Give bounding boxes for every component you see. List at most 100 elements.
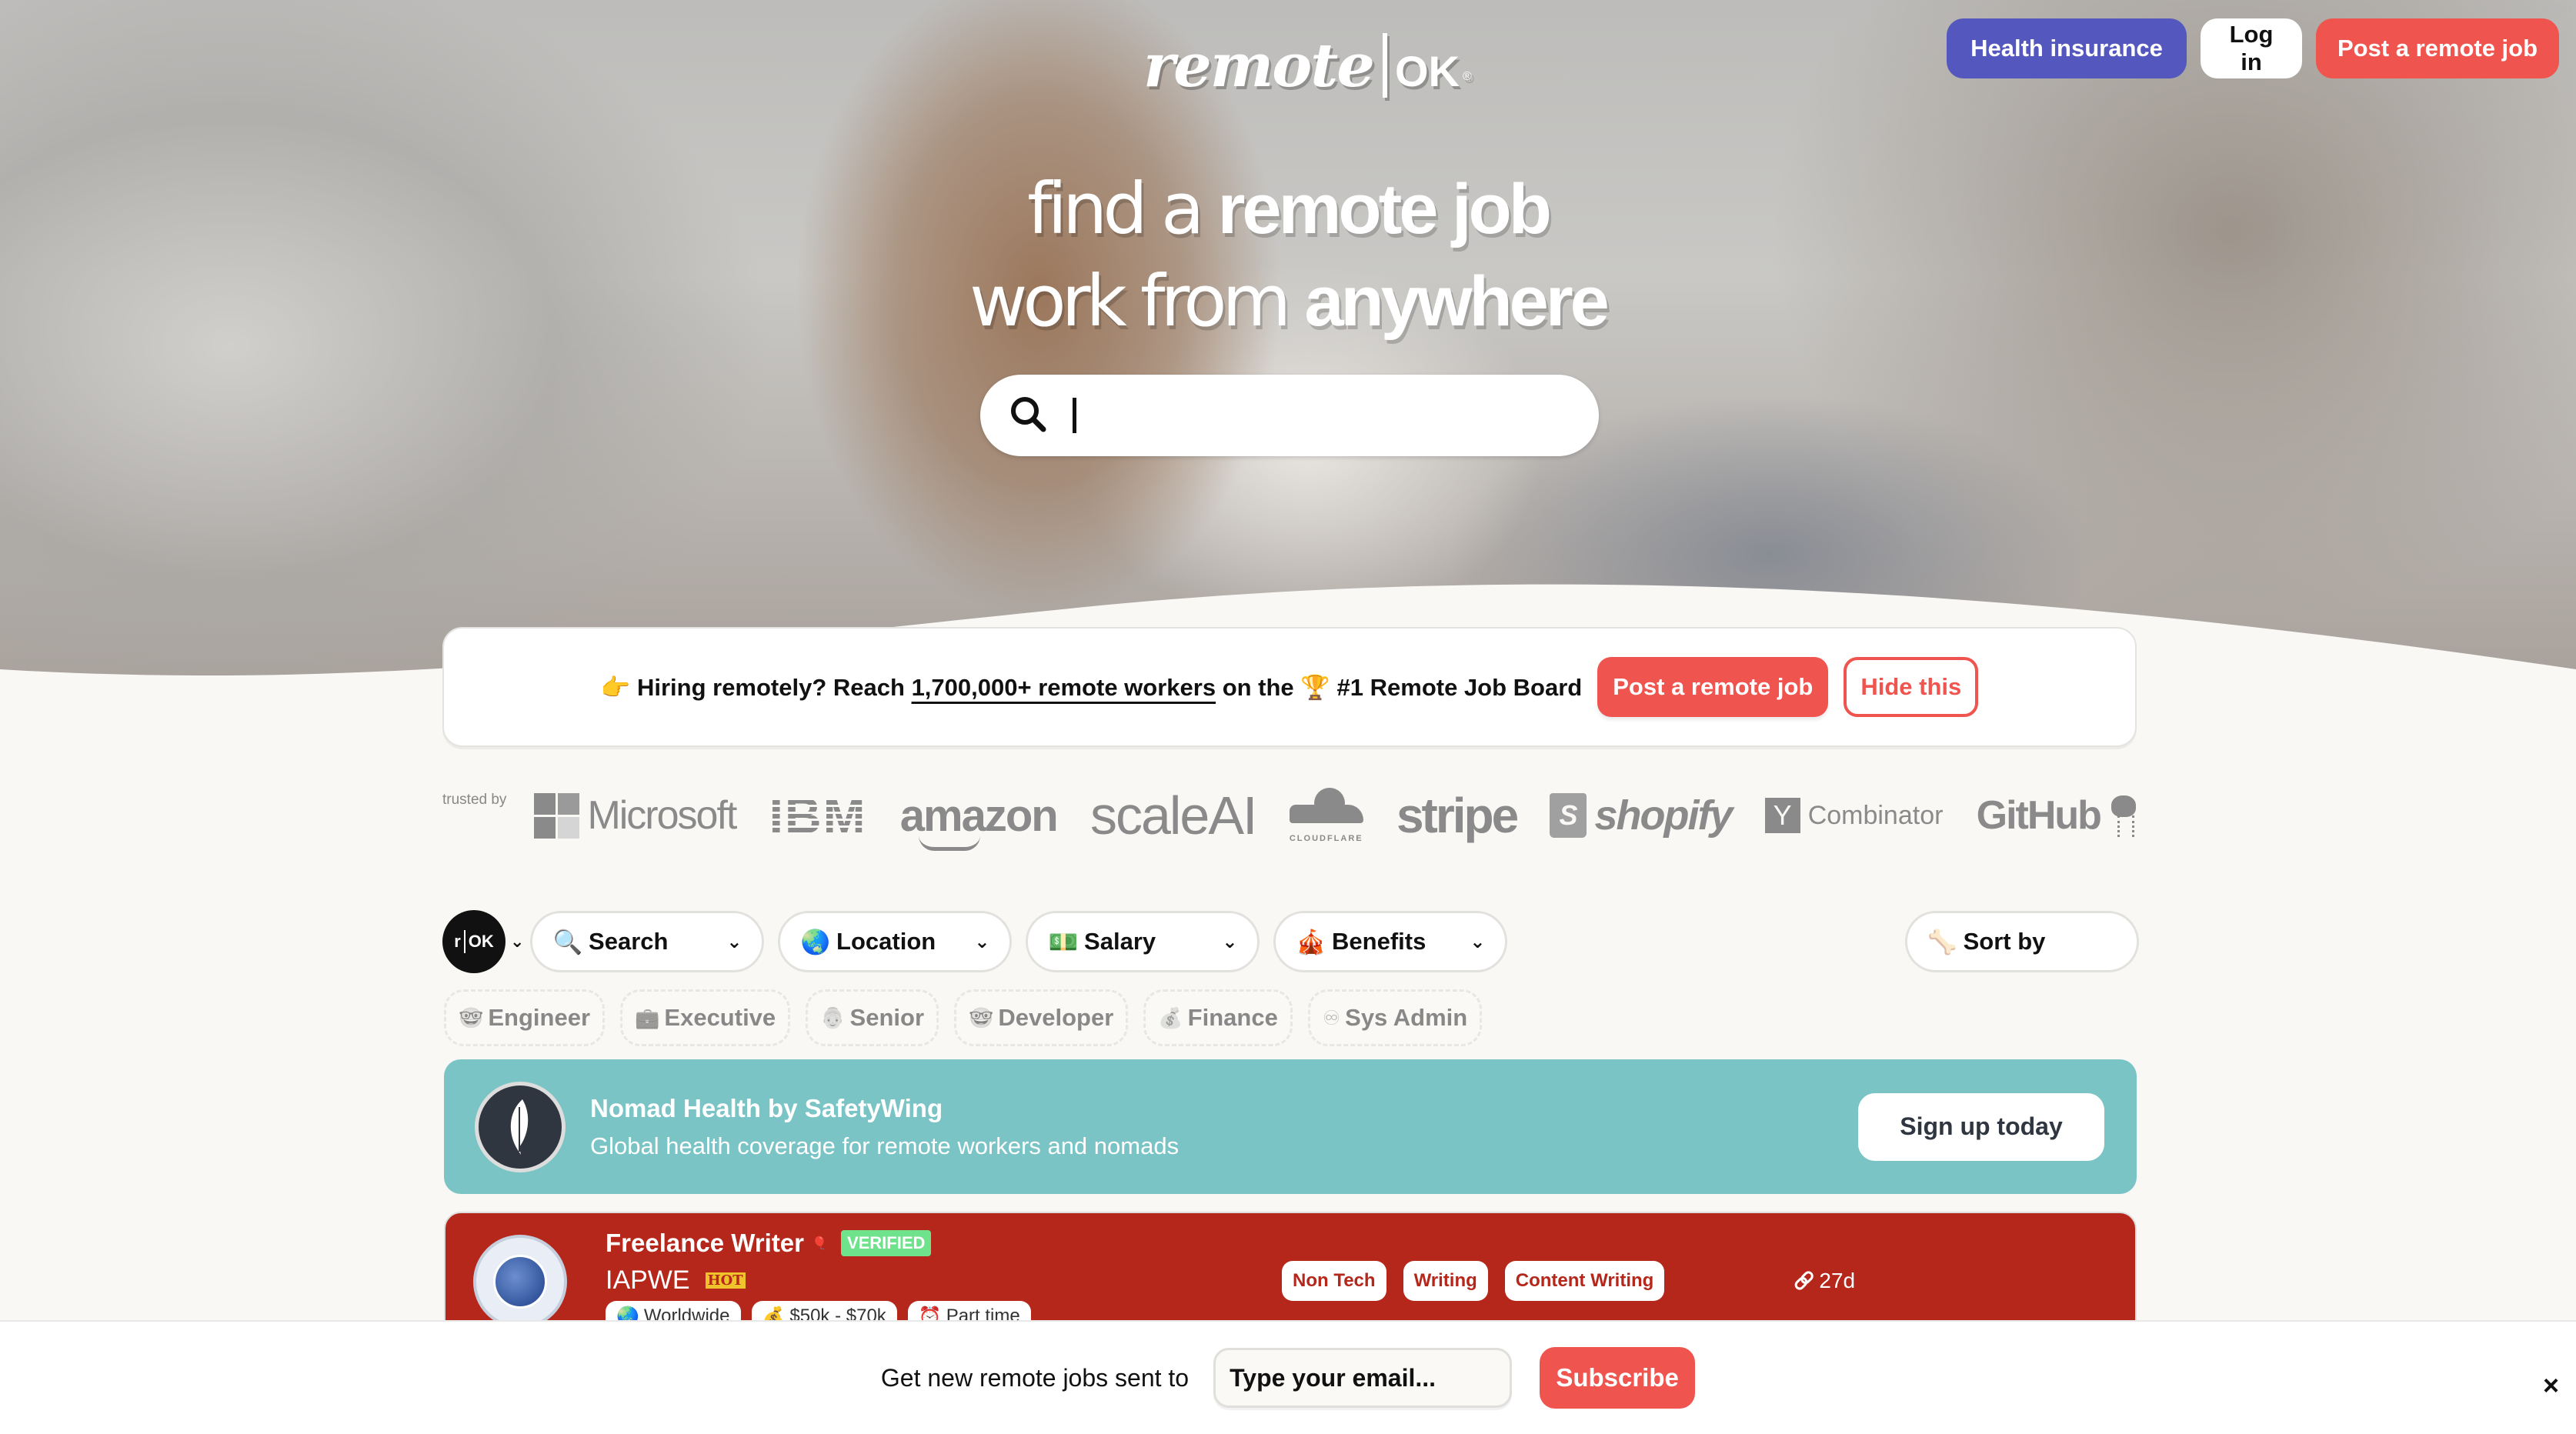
close-icon[interactable]: × [2543, 1369, 2559, 1402]
job-tag-writing[interactable]: Writing [1403, 1261, 1488, 1301]
login-button[interactable]: Log in [2201, 18, 2302, 78]
headline-light-1: find a [1027, 168, 1218, 250]
search-filter-dropdown[interactable]: 🔍 Search ⌄ [530, 911, 765, 972]
ad-title: Nomad Health by SafetyWing [590, 1093, 943, 1122]
subscribe-text: Get new remote jobs sent to [880, 1363, 1190, 1392]
tag-label: Engineer [488, 1004, 591, 1031]
hero-search-input[interactable] [1092, 389, 1599, 442]
job-tag-non-tech[interactable]: Non Tech [1282, 1261, 1386, 1301]
hiring-prefix: Hiring remotely? Reach [636, 673, 912, 701]
briefcase-icon: 💼 [635, 1005, 660, 1029]
trophy-icon: 🏆 [1300, 673, 1330, 701]
hide-banner-button[interactable]: Hide this [1844, 657, 1979, 717]
headline-bold-1: remote job [1217, 170, 1552, 248]
shopify-logo: S shopify [1550, 792, 1733, 839]
hero-search-box[interactable] [980, 375, 1599, 456]
benefits-filter-label: Benefits [1332, 928, 1426, 955]
chevron-down-icon: ⌄ [974, 931, 990, 952]
hot-badge: HOT [705, 1272, 746, 1289]
salary-filter-label: Salary [1084, 928, 1156, 955]
search-icon [1011, 397, 1046, 432]
hiring-middle: on the [1216, 673, 1301, 701]
tag-label: Finance [1187, 1004, 1278, 1031]
job-age-value: 27d [1819, 1269, 1856, 1292]
magnifier-icon: 🔍 [552, 928, 583, 955]
tag-sys-admin[interactable]: ♾ Sys Admin [1307, 989, 1483, 1046]
job-title[interactable]: Freelance Writer [606, 1229, 804, 1258]
amazon-smile-icon [918, 835, 980, 851]
sign-up-button[interactable]: Sign up today [1858, 1092, 2104, 1161]
job-tags: Non Tech Writing Content Writing [1282, 1261, 1665, 1301]
safetywing-logo [475, 1081, 566, 1172]
old-woman-icon: 👵 [820, 1005, 846, 1029]
ibm-logo: IBM [769, 786, 867, 845]
amazon-text: amazon [899, 790, 1059, 841]
hiring-banner: 👉 Hiring remotely? Reach 1,700,000+ remo… [442, 627, 2137, 747]
job-title-row: Freelance Writer 🎈 VERIFIED [606, 1229, 932, 1258]
tag-label: Executive [664, 1004, 776, 1031]
safetywing-ad-card[interactable]: Nomad Health by SafetyWing Global health… [444, 1059, 2137, 1194]
site-logo[interactable]: remote OK ® [1143, 23, 1472, 108]
location-filter-dropdown[interactable]: 🌏 Location ⌄ [778, 911, 1013, 972]
headline-line-2: work from anywhere [0, 255, 2576, 348]
cloudflare-wordmark: CLOUDFLARE [1289, 834, 1363, 843]
tag-label: Developer [998, 1004, 1114, 1031]
tag-developer[interactable]: 🤓 Developer [954, 989, 1129, 1046]
microsoft-wordmark: Microsoft [587, 793, 737, 838]
tag-label: Senior [849, 1004, 925, 1031]
logo-divider [1382, 33, 1387, 98]
ycombinator-logo: Y Combinator [1764, 798, 1944, 833]
banner-post-job-button[interactable]: Post a remote job [1597, 657, 1829, 717]
search-filter-label: Search [589, 928, 669, 955]
balloon-icon: 🎈 [812, 1237, 827, 1250]
circus-tent-icon: 🎪 [1296, 928, 1326, 955]
headline-bold-2: anywhere [1304, 262, 1609, 341]
filter-bar: r OK ⌄ 🔍 Search ⌄ 🌏 Location ⌄ 💵 Salary ⌄ 🎪 B… [442, 910, 2139, 973]
badge-divider [463, 930, 465, 953]
sort-by-dropdown[interactable]: 🦴 Sort by [1905, 911, 2139, 972]
cloudflare-logo: CLOUDFLARE [1289, 788, 1363, 843]
ad-text: Nomad Health by SafetyWing Global health… [590, 1094, 1179, 1160]
logo-script: remote [1143, 30, 1375, 101]
job-age: 🔗 27d [1794, 1269, 1855, 1293]
amazon-wordmark: amazon [899, 790, 1059, 851]
tag-senior[interactable]: 👵 Senior [806, 989, 939, 1046]
company-logos: Microsoft IBM amazon scaleAI CLOUDFLARE … [534, 785, 2139, 851]
logo-registered: ® [1462, 70, 1472, 83]
post-job-button[interactable]: Post a remote job [2316, 18, 2559, 78]
amazon-logo: amazon [899, 790, 1059, 851]
verified-badge: VERIFIED [840, 1230, 932, 1256]
trusted-by-row: trusted by Microsoft IBM amazon scaleAI … [442, 769, 2139, 862]
shopify-wordmark: shopify [1594, 792, 1733, 839]
octocat-icon [2108, 792, 2139, 839]
globe-icon: 🌏 [800, 928, 831, 955]
job-tag-content-writing[interactable]: Content Writing [1504, 1261, 1665, 1301]
trusted-by-label: trusted by [442, 792, 507, 808]
chevron-down-icon[interactable]: ⌄ [510, 932, 524, 952]
badge-r: r [454, 932, 461, 951]
headline-line-1: find a remote job [0, 163, 2576, 255]
remote-workers-link[interactable]: 1,700,000+ remote workers [912, 674, 1216, 701]
sort-by-label: Sort by [1963, 928, 2046, 955]
stripe-logo: stripe [1396, 787, 1519, 844]
company-name[interactable]: IAPWE [606, 1266, 690, 1296]
link-icon: 🔗 [1794, 1271, 1815, 1290]
subscribe-button[interactable]: Subscribe [1540, 1347, 1696, 1409]
pointing-hand-icon: 👉 [600, 673, 631, 701]
shopify-bag-icon: S [1550, 793, 1587, 838]
money-bag-icon: 💰 [1158, 1005, 1183, 1029]
infinity-icon: ♾ [1322, 1005, 1341, 1029]
tag-finance[interactable]: 💰 Finance [1143, 989, 1293, 1046]
tag-executive[interactable]: 💼 Executive [620, 989, 791, 1046]
tag-engineer[interactable]: 🤓 Engineer [444, 989, 606, 1046]
nerd-face-icon: 🤓 [459, 1005, 484, 1029]
bone-icon: 🦴 [1927, 928, 1957, 955]
remoteok-menu-badge[interactable]: r OK [442, 910, 506, 973]
scaleai-wordmark: scaleAI [1089, 785, 1258, 845]
logo-ok: OK [1394, 46, 1460, 95]
benefits-filter-dropdown[interactable]: 🎪 Benefits ⌄ [1273, 911, 1508, 972]
email-input[interactable] [1213, 1348, 1513, 1408]
salary-filter-dropdown[interactable]: 💵 Salary ⌄ [1026, 911, 1260, 972]
ycombinator-wordmark: Combinator [1807, 800, 1944, 830]
health-insurance-button[interactable]: Health insurance [1947, 18, 2187, 78]
